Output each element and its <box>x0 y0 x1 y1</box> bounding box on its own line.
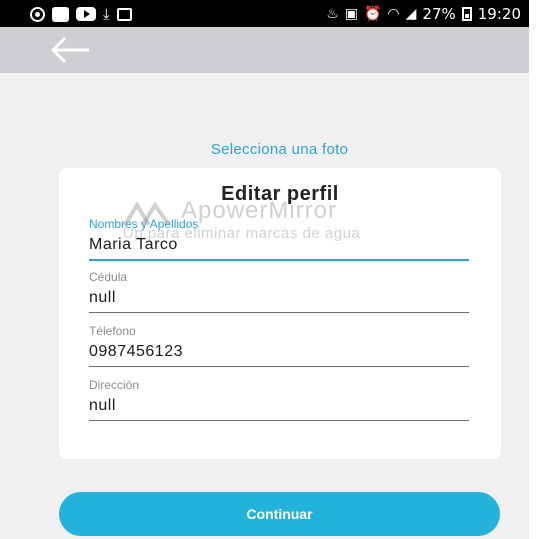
phone-screen: ⤓ ♨ ▣ ⏰ ◠ ◢ 27% 19:20 Selecciona una fot… <box>0 0 536 539</box>
address-label: Dirección <box>89 378 140 392</box>
download-icon: ⤓ <box>103 4 110 23</box>
alarm-clock-icon: ⏰ <box>363 5 382 22</box>
select-photo-link[interactable]: Selecciona una foto <box>0 141 536 158</box>
app-bar <box>0 27 529 73</box>
image-icon <box>116 7 132 21</box>
youtube-icon <box>76 7 96 21</box>
right-edge-margin <box>529 0 536 539</box>
nfc-icon: ▣ <box>344 5 358 22</box>
signal-icon: ◢ <box>405 5 417 22</box>
status-bar: ⤓ ♨ ▣ ⏰ ◠ ◢ 27% 19:20 <box>0 0 529 27</box>
phone-input[interactable] <box>89 341 469 363</box>
full-name-underline <box>89 259 469 261</box>
address-input[interactable] <box>89 395 469 417</box>
phone-underline <box>89 366 469 367</box>
alarm-icon: ♨ <box>326 5 339 22</box>
status-bar-system: ♨ ▣ ⏰ ◠ ◢ 27% 19:20 <box>326 3 521 24</box>
clock-time: 19:20 <box>477 4 521 23</box>
edit-profile-content: Selecciona una foto Editar perfil Nombre… <box>0 73 529 539</box>
phone-label: Télefono <box>89 324 136 338</box>
address-underline <box>89 420 469 421</box>
continue-button[interactable]: Continuar <box>59 492 500 536</box>
notification-square-icon <box>52 6 69 22</box>
id-number-label: Cédula <box>89 270 128 284</box>
watermark-title: ApowerMirror <box>181 197 338 224</box>
arrow-left-icon <box>50 36 89 64</box>
whatsapp-icon <box>30 6 45 22</box>
status-bar-notifications: ⤓ <box>30 4 132 24</box>
id-number-input[interactable] <box>89 287 469 309</box>
apowermirror-logo-icon <box>123 201 171 227</box>
watermark-subtitle: Up para eliminar marcas de agua <box>123 225 361 242</box>
apowermirror-watermark: ApowerMirror Up para eliminar marcas de … <box>123 197 463 242</box>
wifi-icon: ◠ <box>387 5 400 22</box>
battery-icon <box>461 6 472 21</box>
id-number-underline <box>89 312 469 313</box>
back-button[interactable] <box>49 35 91 65</box>
battery-percent: 27% <box>422 4 456 23</box>
